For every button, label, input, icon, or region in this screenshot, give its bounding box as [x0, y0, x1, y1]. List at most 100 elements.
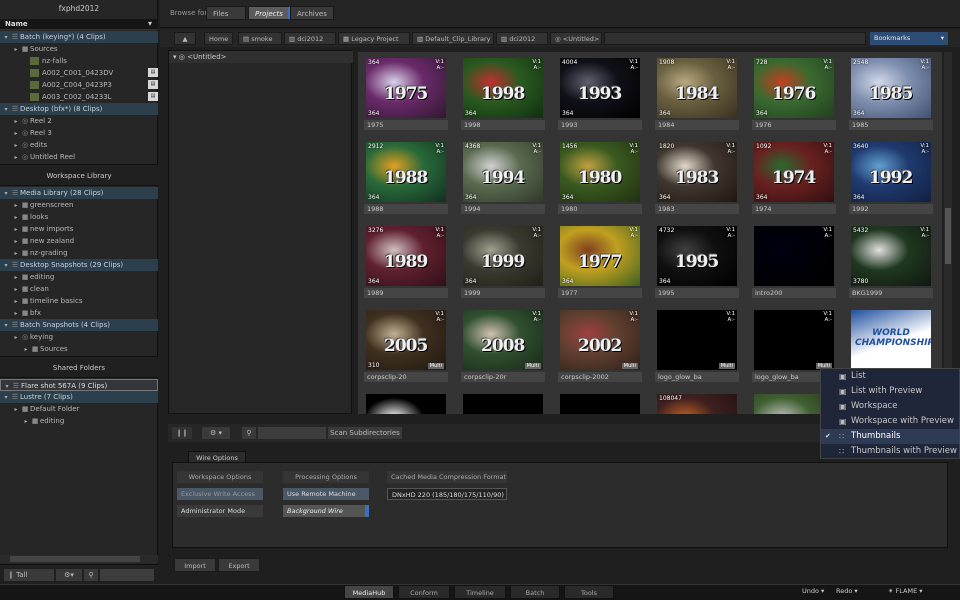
view-mode-dropdown[interactable]: ❙ Tall [4, 569, 54, 581]
clip-thumbnail[interactable]: 1998 364 V:1 A:- 1998 [459, 54, 547, 134]
tab-tools[interactable]: Tools [564, 585, 614, 599]
browse-files-button[interactable]: Files [206, 6, 246, 20]
clip-thumbnail[interactable]: V:1 A:- Multi logo_glow_ba [653, 306, 741, 386]
clip-thumbnail[interactable]: 1974 1092 364 V:1 A:- 1974 [750, 138, 838, 218]
clip-row[interactable]: A002_C004_0423P3 ▤ [0, 79, 158, 91]
library-section-row[interactable]: ▾ ☰ Batch (keying*) (4 Clips) [0, 31, 158, 43]
import-button[interactable]: Import [174, 558, 216, 572]
tree-row[interactable]: ▸ ■ bfx [0, 307, 158, 319]
tree-row[interactable]: ▸ ◎ Reel 3 [0, 127, 158, 139]
tree-root-item[interactable]: ▾ ◎ <Untitled> [169, 51, 353, 63]
library-section-row[interactable]: ▾ ☰ Media Library (28 Clips) [0, 187, 158, 199]
scan-subdirectories-button[interactable]: Scan Subdirectories [328, 427, 402, 439]
clip-thumbnail[interactable]: 1983 1820 364 V:1 A:- 1983 [653, 138, 741, 218]
filter-icon[interactable]: ▾ [148, 19, 152, 28]
tree-row[interactable]: ▸ ■ new imports [0, 223, 158, 235]
clip-thumbnail[interactable]: 108047 [653, 390, 741, 414]
grid-vertical-scrollbar[interactable] [944, 52, 952, 414]
tree-row[interactable]: ▸ ◎ edits [0, 139, 158, 151]
undo-button[interactable]: Undo ▾ [802, 587, 824, 595]
tree-row[interactable]: ▸ ■ Default Folder [0, 403, 158, 415]
search-icon[interactable]: ⚲ [242, 427, 256, 439]
clip-thumbnail[interactable]: 1985 2548 364 V:1 A:- 1985 [847, 54, 935, 134]
view-menu-item[interactable]: ▣ Workspace [821, 399, 959, 414]
path-segment-dci2012[interactable]: ▥ dci2012 [284, 32, 336, 45]
library-horizontal-scrollbar[interactable] [0, 555, 158, 563]
gear-menu-button[interactable]: ⚙ ▾ [202, 427, 230, 439]
search-icon[interactable]: ⚲ [84, 569, 98, 581]
tab-conform[interactable]: Conform [398, 585, 450, 599]
clip-thumbnail[interactable]: 1994 4368 364 V:1 A:- 1994 [459, 138, 547, 218]
clip-thumbnail[interactable]: 1989 3276 364 V:1 A:- 1989 [362, 222, 450, 302]
library-search-field[interactable] [100, 569, 154, 581]
tree-row[interactable]: ▸ ■ Sources [0, 43, 158, 55]
path-segment-untitled[interactable]: ◎ <Untitled> [550, 32, 602, 45]
clip-thumbnail[interactable]: 2005 310 V:1 A:- Multi corpsclip-20 [362, 306, 450, 386]
path-segment-legacy-project[interactable]: ▦ Legacy Project [338, 32, 410, 45]
library-section-row[interactable]: ▾ ☰ Flare shot 567A (9 Clips) [0, 379, 158, 391]
tab-mediahub[interactable]: MediaHub [344, 585, 394, 599]
clip-thumbnail[interactable]: 1993 4004 364 V:1 A:- 1993 [556, 54, 644, 134]
export-button[interactable]: Export [218, 558, 260, 572]
tree-row[interactable]: ▸ ◎ keying [0, 331, 158, 343]
tree-row[interactable]: ▸ ■ nz-grading [0, 247, 158, 259]
library-section-row[interactable]: ▾ ☰ Desktop (bfx*) (8 Clips) [0, 103, 158, 115]
clip-thumbnail[interactable]: 1995 4732 364 V:1 A:- 1995 [653, 222, 741, 302]
tab-batch[interactable]: Batch [510, 585, 560, 599]
clip-thumbnail[interactable] [459, 390, 547, 414]
clip-thumbnail[interactable] [556, 390, 644, 414]
view-menu-item[interactable]: ▣ List with Preview [821, 384, 959, 399]
view-menu-item[interactable]: ∷ Thumbnails with Preview [821, 444, 959, 459]
view-menu-item[interactable]: ▣ Workspace with Preview [821, 414, 959, 429]
browse-projects-button[interactable]: Projects [248, 6, 292, 20]
clip-thumbnail[interactable]: 1976 728 364 V:1 A:- 1976 [750, 54, 838, 134]
clip-thumbnail[interactable]: 1977 364 V:1 A:- 1977 [556, 222, 644, 302]
path-segment-dci2012-folder[interactable]: ▨ dci2012 [496, 32, 548, 45]
path-segment-smoke[interactable]: ▤ smoke [238, 32, 282, 45]
redo-button[interactable]: Redo ▾ [836, 587, 858, 595]
tree-row[interactable]: ▸ ■ editing [0, 271, 158, 283]
clip-thumbnail[interactable]: V:1 A:- intro200 [750, 222, 838, 302]
disclosure-arrow-icon[interactable]: ▸ [22, 416, 30, 428]
administrator-mode-toggle[interactable]: Administrator Mode [177, 505, 263, 517]
grid-search-field[interactable] [258, 427, 326, 439]
tree-row[interactable]: ▸ ■ new zealand [0, 235, 158, 247]
clip-thumbnail[interactable]: 1992 3640 364 V:1 A:- 1992 [847, 138, 935, 218]
clip-thumbnail[interactable] [362, 390, 450, 414]
tab-timeline[interactable]: Timeline [454, 585, 506, 599]
disclosure-arrow-icon[interactable]: ▸ [12, 152, 20, 164]
clip-row[interactable]: A003_C002_04233L ▤ [0, 91, 158, 103]
pause-icon[interactable]: ❙❙ [172, 427, 192, 439]
view-menu-item[interactable]: ▣ List [821, 369, 959, 384]
browse-archives-button[interactable]: Archives [290, 6, 334, 20]
app-menu-button[interactable]: ✴ FLAME ▾ [888, 587, 923, 595]
disclosure-arrow-icon[interactable]: ▸ [22, 344, 30, 356]
clip-thumbnail[interactable]: 1988 2912 364 V:1 A:- 1988 [362, 138, 450, 218]
name-column-header[interactable]: Name ▾ [0, 19, 158, 30]
bookmarks-dropdown[interactable]: Bookmarks ▾ [870, 32, 948, 45]
clip-thumbnail[interactable]: 1980 1456 364 V:1 A:- 1980 [556, 138, 644, 218]
tree-row[interactable]: ▸ ■ timeline basics [0, 295, 158, 307]
tree-row[interactable]: ▸ ◎ Reel 2 [0, 115, 158, 127]
clip-row[interactable]: A002_C001_0423DV ▤ [0, 67, 158, 79]
home-button[interactable]: Home [204, 32, 234, 45]
background-wire-toggle[interactable]: Background Wire [283, 505, 369, 517]
exclusive-write-access-toggle[interactable]: Exclusive Write Access [177, 488, 263, 500]
tree-row[interactable]: ▸ ■ greenscreen [0, 199, 158, 211]
tree-row[interactable]: ▸ ■ looks [0, 211, 158, 223]
clip-thumbnail[interactable]: 1975 364 364 V:1 A:- 1975 [362, 54, 450, 134]
clip-thumbnail[interactable]: 2008 V:1 A:- Multi corpsclip-20r [459, 306, 547, 386]
parent-folder-icon[interactable]: ▲ [174, 32, 196, 45]
tree-row[interactable]: ▸ ■ Sources [0, 343, 158, 355]
library-section-row[interactable]: ▾ ☰ Desktop Snapshots (29 Clips) [0, 259, 158, 271]
clip-thumbnail[interactable]: 2002 V:1 A:- Multi corpsclip-2002 [556, 306, 644, 386]
use-remote-machine-toggle[interactable]: Use Remote Machine [283, 488, 369, 500]
tree-row[interactable]: ▸ ◎ Untitled Reel [0, 151, 158, 163]
clip-thumbnail[interactable]: 5432 3780 V:1 A:- BKG1999 [847, 222, 935, 302]
path-segment-default-clip-library[interactable]: ▧ Default_Clip_Library [412, 32, 494, 45]
clip-thumbnail[interactable]: 1999 364 V:1 A:- 1999 [459, 222, 547, 302]
tree-row[interactable]: ▸ ■ editing [0, 415, 158, 427]
view-menu-item[interactable]: ✔ ∷ Thumbnails [821, 429, 959, 444]
tree-row[interactable]: ▸ ■ clean [0, 283, 158, 295]
clip-thumbnail[interactable]: 1984 1908 364 V:1 A:- 1984 [653, 54, 741, 134]
